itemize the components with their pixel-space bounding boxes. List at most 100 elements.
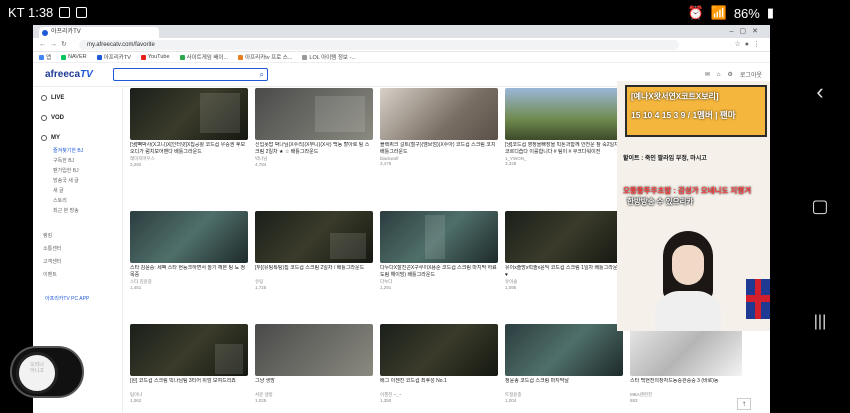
broadcast-card[interactable]: 그냥 생방 서문 생방 1,025 (255, 324, 373, 403)
bookmark-afreeca[interactable]: 아프리카TV (96, 53, 131, 61)
broadcast-thumbnail[interactable] (255, 88, 373, 140)
sidebar-support[interactable]: 고객센터 (43, 258, 61, 265)
phone-screen: KT 1:38 ⏰ 📶 86% ▮ 아프리카TV –▢✕ ←→↻ my.afre… (0, 0, 850, 413)
floating-widget[interactable]: 오리너 아니고 (10, 346, 84, 398)
broadcast-title[interactable]: [냉]빽박사(X고니)X[인터넷]X집공활 코드컵 우승권 후보 오디가 럼치보… (130, 142, 248, 155)
broadcast-thumbnail[interactable] (130, 324, 248, 376)
broadcast-card[interactable]: 스타 백현전의창자드동승관중중 3 (바로)동 MBA랜현전 883 (630, 324, 742, 403)
recents-icon[interactable]: ||| (804, 306, 836, 338)
broadcast-title[interactable]: [원] 코드컵 스크림 빅나님팀 3티어 위엄 보여드리죠 (130, 378, 248, 391)
home-button-icon[interactable]: ▢ (804, 190, 836, 222)
sidebar-sub-subscribe[interactable]: 구독한 BJ (53, 157, 74, 164)
browser-tab[interactable]: 아프리카TV (39, 27, 159, 38)
messenger-icon[interactable]: ✉ (705, 71, 710, 78)
broadcast-card[interactable]: 다누다X잘진곤X구루이X용순 코드컵 스크림 마지막 하료도림 해이빙) 배틀그… (380, 211, 498, 290)
sidebar-event[interactable]: 이벤트 (43, 271, 57, 278)
broadcast-thumbnail[interactable] (255, 211, 373, 263)
sidebar-sub-recent[interactable]: 최근 본 방송 (53, 207, 79, 214)
broadcast-card[interactable]: [냉]코드컵 영정을빠장을 빅톤과함께 안전운 참 숙2일차 코르디습다 이를합… (505, 88, 623, 166)
sidebar-sub-story[interactable]: 스토리 (53, 197, 67, 204)
broadcast-thumbnail[interactable] (505, 211, 623, 263)
search-icon[interactable]: ⌕ (260, 70, 264, 80)
broadcast-card[interactable]: [두](유팅톡팅)칩 코드컵 스크림 2일차 / 배틀그라운드 유팅 1,725 (255, 211, 373, 290)
bookmark-naver[interactable]: NAVER (61, 54, 87, 60)
broadcast-title[interactable]: 배그 이젠진 코드컵 최후성 No.1 (380, 378, 498, 391)
tab-bar: 아프리카TV –▢✕ (33, 25, 770, 38)
sidebar-item-my[interactable]: MY (41, 135, 60, 141)
broadcast-thumbnail[interactable] (380, 324, 498, 376)
broadcast-card[interactable]: 블랙퀴크 걸트(철구)(엠브엄)(X수아) 코드컵 스크림 코치 배틀그라운드 … (380, 88, 498, 166)
bookmark-lol[interactable]: LOL 아이템 정보 -... (302, 53, 356, 61)
broadcast-card[interactable]: 유이x솔방x럭솔x윤딕 코드컵 스크림 1일차 배틀그라운드♥ 유이솔 1,09… (505, 211, 623, 290)
settings-icon[interactable]: ⚙ (728, 71, 733, 78)
stream-caption-3: 한방방송 수 있으리카 (627, 197, 694, 206)
flag-decoration (746, 279, 770, 319)
broadcast-thumbnail[interactable] (380, 88, 498, 140)
bookmarks-bar: 앱 NAVER 아프리카TV YouTube 사이트게임 배이... 아프리카t… (33, 52, 770, 63)
home-icon[interactable]: ⌂ (717, 72, 721, 78)
broadcast-card[interactable]: 신입못맙 박나님(X수리)(X무니)(X사) 백동 할아로 팅 스크림 2일차 … (255, 88, 373, 167)
favicon-icon (42, 30, 48, 36)
view-count: 1,025 (255, 398, 267, 403)
bookmark-youtube[interactable]: YouTube (140, 54, 170, 60)
view-count: 883 (630, 398, 638, 403)
stream-overlay[interactable]: [예나X왓서연X코트X보리] 15 10 4 15 3 9 / 1멤버 | 팬마… (617, 81, 770, 331)
broadcast-title[interactable]: [냉]코드컵 영정을빠장을 빅톤과함께 안전운 참 숙2일차 코르디습다 이를합… (505, 142, 623, 155)
broadcast-thumbnail[interactable] (505, 88, 623, 140)
broadcast-title[interactable]: 그냥 생방 (255, 378, 373, 391)
back-icon[interactable]: ‹ (804, 76, 836, 108)
broadcast-title[interactable]: 정윤종 코드컵 스크림 마지막날 (505, 378, 623, 391)
broadcast-title[interactable]: 스타 백현전의창자드동승관중중 3 (바로)동 (630, 378, 742, 391)
view-count: 4,784 (255, 162, 267, 167)
sidebar-ranking[interactable]: 랭킹 (43, 232, 52, 239)
streamer-video (655, 231, 721, 331)
broadcast-title[interactable]: 유이x솔방x럭솔x윤딕 코드컵 스크림 1일차 배틀그라운드♥ (505, 265, 623, 278)
battery-level: 86% (733, 5, 760, 21)
broadcast-title[interactable]: 스타 김윤중: 세팩 스타 현능크하면서 놀기 께본 팅 뇨 정목중 (130, 265, 248, 278)
sidebar-sub-station-post[interactable]: 방송국 새 글 (53, 177, 79, 184)
broadcast-card[interactable]: [원] 코드컵 스크림 빅나님팀 3티어 위엄 보여드리죠 팀이나 1,062 (130, 324, 248, 403)
broadcast-card[interactable]: 스타 김윤중: 세팩 스타 현능크하면서 놀기 께본 팅 뇨 정목중 스타 김윤… (130, 211, 248, 290)
broadcast-card[interactable]: [냉]빽박사(X고니)X[인터넷]X집공활 코드컵 우승권 후보 오디가 럼치보… (130, 88, 248, 167)
broadcast-thumbnail[interactable] (255, 324, 373, 376)
pc-app-link[interactable]: 아프리카TV PC APP (45, 295, 89, 302)
banner-line-1: [예나X왓서연X코트X보리] (631, 92, 719, 101)
live-icon (41, 95, 47, 101)
broadcast-thumbnail[interactable] (505, 324, 623, 376)
notification-icon (59, 7, 71, 18)
nav-buttons[interactable]: ←→↻ (39, 40, 71, 48)
broadcast-title[interactable]: [두](유팅톡팅)칩 코드컵 스크림 2일차 / 배틀그라운드 (255, 265, 373, 278)
url-input[interactable]: my.afreecatv.com/favorite (79, 40, 679, 50)
sidebar-sub-new-post[interactable]: 새 글 (53, 187, 64, 194)
afreeca-logo[interactable]: afreecaTV (45, 69, 93, 80)
bookmark-apps[interactable]: 앱 (39, 53, 51, 61)
broadcast-thumbnail[interactable] (630, 324, 742, 376)
stream-caption-1: 할이트 : 죽인 팔라임 부정, 마시고 (623, 156, 707, 162)
bookmark-afreeca-pro[interactable]: 아프리카tv 프로 스... (238, 53, 292, 61)
broadcast-thumbnail[interactable] (380, 211, 498, 263)
stream-caption-2: 오뚱뚱뚜우초밥 : 감성가 오네니도 지영겨 (623, 186, 752, 195)
battery-icon: ▮ (766, 5, 774, 20)
broadcast-thumbnail[interactable] (130, 211, 248, 263)
broadcast-thumbnail[interactable] (130, 88, 248, 140)
sidebar-community[interactable]: 소통센터 (43, 245, 61, 252)
tab-title: 아프리카TV (51, 29, 81, 35)
status-right: ⏰ 📶 86% ▮ (687, 5, 774, 21)
broadcast-title[interactable]: 블랙퀴크 걸트(철구)(엠브엄)(X수아) 코드컵 스크림 코치 배틀그라운드 (380, 142, 498, 155)
sidebar-sub-fan[interactable]: 팬가입한 BJ (53, 167, 79, 174)
search-input[interactable]: ⌕ (113, 68, 268, 81)
broadcast-title[interactable]: 신입못맙 박나님(X수리)(X무니)(X사) 백동 할아로 팅 스크림 2일차 … (255, 142, 373, 155)
sidebar-sub-favorite[interactable]: 즐겨찾기한 BJ (53, 147, 83, 154)
broadcast-title[interactable]: 다누다X잘진곤X구루이X용순 코드컵 스크림 마지막 하료도림 해이빙) 배틀그… (380, 265, 498, 278)
logout-link[interactable]: 로그아웃 (740, 70, 762, 79)
window-controls[interactable]: –▢✕ (730, 27, 764, 35)
sidebar-item-live[interactable]: LIVE (41, 95, 64, 101)
wifi-icon: 📶 (710, 5, 727, 20)
browser-actions[interactable]: ☆●⋮ (734, 40, 764, 48)
sidebar-item-vod[interactable]: VOD (41, 115, 64, 121)
bookmark-game[interactable]: 사이트게임 배이... (179, 53, 228, 61)
broadcast-card[interactable]: 배그 이젠진 코드컵 최후성 No.1 이젠진 ~_~ 1,350 (380, 324, 498, 403)
broadcast-card[interactable]: 정윤종 코드컵 스크림 마지막날 트정윤종 1,004 (505, 324, 623, 403)
scroll-top-button[interactable]: ↑ (737, 398, 751, 410)
status-bar: KT 1:38 ⏰ 📶 86% ▮ (0, 0, 790, 25)
